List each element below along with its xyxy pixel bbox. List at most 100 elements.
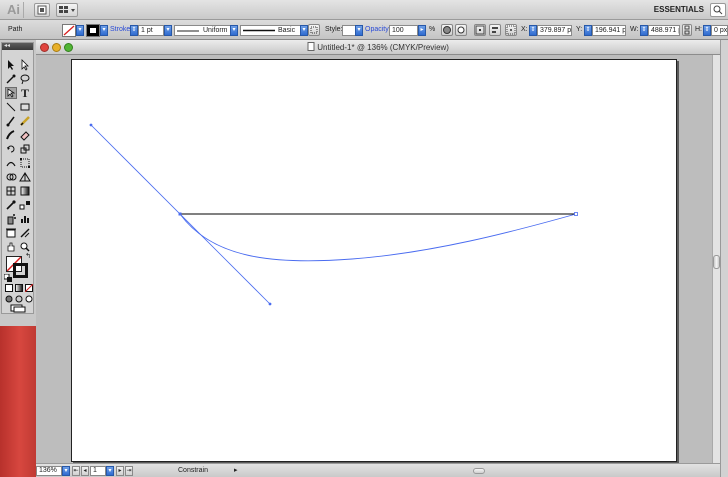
x-stepper[interactable]: ⇕	[529, 25, 537, 36]
blend-tool-icon	[19, 201, 30, 210]
y-field[interactable]: 196.941 px	[592, 25, 626, 36]
first-artboard-button[interactable]: ⇤	[72, 466, 80, 476]
constrain-proportions-button[interactable]	[682, 24, 692, 36]
selection-tool[interactable]	[5, 59, 17, 71]
opacity-label[interactable]: Opacity:	[365, 25, 391, 35]
next-artboard-button[interactable]: ▸	[116, 466, 124, 476]
gradient-mode-button[interactable]	[15, 283, 23, 292]
h-field[interactable]: 0 px	[711, 25, 728, 36]
opacity-field[interactable]: 100	[389, 25, 418, 36]
artboard-dropdown[interactable]: ▾	[106, 466, 114, 476]
stroke-swatch[interactable]	[13, 263, 28, 278]
eraser-tool[interactable]	[19, 129, 31, 141]
reference-point-button[interactable]	[474, 24, 486, 36]
w-field[interactable]: 488.971 px	[648, 25, 680, 36]
line-segment-tool[interactable]	[5, 101, 17, 113]
draw-behind-button[interactable]	[15, 294, 23, 303]
brush-definition[interactable]: Basic	[240, 25, 302, 36]
mesh-tool[interactable]	[5, 185, 17, 197]
artboard-number-field[interactable]: 1	[90, 466, 106, 476]
draw-normal-button[interactable]	[5, 294, 13, 303]
artboard[interactable]	[71, 59, 677, 462]
canvas-artwork[interactable]	[72, 60, 676, 461]
workspace-switcher[interactable]: ESSENTIALS ▾	[648, 3, 708, 28]
y-stepper[interactable]: ⇕	[584, 25, 592, 36]
artboard-tool[interactable]	[5, 227, 17, 239]
selected-curve-path[interactable]	[179, 213, 577, 262]
w-stepper[interactable]: ⇕	[640, 25, 648, 36]
stroke-label[interactable]: Stroke:	[110, 25, 132, 35]
stroke-weight-field[interactable]: 1 pt	[138, 25, 164, 36]
perspective-grid-tool[interactable]	[19, 171, 31, 183]
h-stepper[interactable]: ⇕	[703, 25, 711, 36]
style-swatch[interactable]	[342, 25, 356, 36]
previous-artboard-button[interactable]: ◂	[81, 466, 89, 476]
none-mode-button[interactable]	[24, 283, 34, 293]
horizontal-scroll-thumb[interactable]	[473, 468, 485, 474]
default-fill-stroke[interactable]	[3, 273, 12, 282]
graphic-styles-button[interactable]	[308, 24, 320, 36]
rectangle-tool[interactable]	[19, 101, 31, 113]
stroke-dropdown-arrow[interactable]: ▾	[100, 25, 108, 36]
draw-behind-icon	[15, 295, 23, 303]
direct-selection-tool[interactable]	[19, 59, 31, 71]
rotate-tool[interactable]	[5, 143, 17, 155]
paintbrush-tool[interactable]	[5, 115, 17, 127]
stroke-weight-dropdown[interactable]: ▾	[164, 25, 172, 36]
eyedropper-tool[interactable]	[5, 199, 17, 211]
brush-dropdown[interactable]: ▾	[300, 25, 308, 36]
type-tool[interactable]: T	[19, 87, 31, 99]
blend-tool[interactable]	[19, 199, 31, 211]
anchor-point-left[interactable]	[178, 212, 182, 216]
fill-color-swatch[interactable]	[62, 24, 76, 37]
blob-brush-tool[interactable]	[5, 129, 17, 141]
pen-tool-icon	[7, 88, 16, 98]
shape-builder-tool[interactable]	[5, 171, 17, 183]
slice-tool[interactable]	[19, 227, 31, 239]
x-field[interactable]: 379.897 px	[537, 25, 572, 36]
pencil-tool[interactable]	[19, 115, 31, 127]
zoom-level-field[interactable]: 136%	[36, 466, 62, 476]
align-button[interactable]	[489, 24, 501, 36]
pen-tool[interactable]	[5, 87, 17, 99]
last-artboard-button[interactable]: ⇥	[125, 466, 133, 476]
warp-tool[interactable]	[5, 157, 17, 169]
profile-dropdown[interactable]: ▾	[230, 25, 238, 36]
vertical-scroll-thumb[interactable]	[713, 255, 720, 269]
stroke-weight-stepper[interactable]: ⇕	[130, 25, 138, 36]
zoom-dropdown[interactable]: ▾	[62, 466, 70, 476]
transform-options-button[interactable]	[505, 24, 517, 36]
draw-inside-button[interactable]	[25, 294, 33, 303]
isolate-button[interactable]	[455, 24, 467, 36]
vertical-scrollbar[interactable]	[712, 55, 720, 463]
symbol-sprayer-tool[interactable]	[5, 213, 17, 225]
magic-wand-tool[interactable]	[5, 73, 17, 85]
fill-dropdown-arrow[interactable]: ▾	[76, 25, 84, 36]
style-dropdown[interactable]: ▾	[355, 25, 363, 36]
column-graph-tool[interactable]	[19, 213, 31, 225]
tools-panel-grip[interactable]: ◂◂	[2, 43, 33, 50]
search-button[interactable]	[710, 3, 726, 17]
bezier-handle-point-start[interactable]	[89, 123, 93, 127]
variable-width-profile[interactable]: Uniform	[174, 25, 232, 36]
zoom-tool[interactable]	[19, 241, 31, 253]
stroke-color-swatch[interactable]	[86, 24, 100, 37]
free-transform-tool[interactable]	[19, 157, 31, 169]
screen-mode-button[interactable]	[10, 304, 26, 313]
arrange-documents-button[interactable]	[56, 3, 78, 17]
color-mode-button[interactable]	[5, 283, 13, 292]
none-mode-icon	[24, 283, 34, 293]
hand-tool[interactable]	[5, 241, 17, 253]
gradient-tool[interactable]	[19, 185, 31, 197]
lasso-tool[interactable]	[19, 73, 31, 85]
opacity-dropdown[interactable]: ▸	[418, 25, 426, 36]
bridge-button[interactable]	[34, 3, 50, 17]
bezier-handle-point-end[interactable]	[268, 302, 272, 306]
pasteboard[interactable]	[36, 55, 712, 463]
anchor-point-right[interactable]	[574, 212, 578, 216]
status-menu-arrow[interactable]: ▸	[234, 466, 238, 476]
scale-tool[interactable]	[19, 143, 31, 155]
recolor-artwork-button[interactable]	[441, 24, 453, 36]
swap-fill-stroke[interactable]: ↰	[24, 253, 32, 261]
none-fill-icon	[63, 25, 75, 36]
